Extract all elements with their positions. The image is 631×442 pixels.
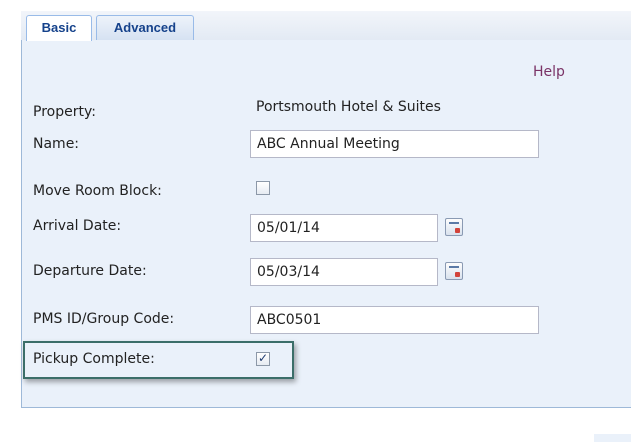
tab-strip: Basic Advanced bbox=[21, 11, 631, 41]
name-field[interactable]: ABC Annual Meeting bbox=[250, 130, 539, 158]
panel-corner bbox=[594, 434, 631, 442]
name-label: Name: bbox=[33, 136, 80, 152]
calendar-icon[interactable] bbox=[445, 262, 463, 280]
tab-basic[interactable]: Basic bbox=[26, 15, 92, 41]
move-room-block-label: Move Room Block: bbox=[33, 183, 162, 199]
help-link[interactable]: Help bbox=[533, 64, 565, 80]
pms-id-label: PMS ID/Group Code: bbox=[33, 311, 175, 327]
calendar-icon[interactable] bbox=[445, 218, 463, 236]
departure-date-label: Departure Date: bbox=[33, 263, 147, 279]
property-value: Portsmouth Hotel & Suites bbox=[256, 99, 441, 115]
pms-id-field[interactable]: ABC0501 bbox=[250, 306, 539, 334]
property-label: Property: bbox=[33, 104, 96, 120]
tab-advanced[interactable]: Advanced bbox=[96, 15, 194, 40]
checkmark-icon: ✓ bbox=[258, 351, 269, 365]
arrival-date-field[interactable]: 05/01/14 bbox=[250, 214, 438, 242]
pickup-complete-checkbox[interactable]: ✓ bbox=[256, 351, 270, 366]
pickup-complete-label: Pickup Complete: bbox=[33, 351, 155, 367]
departure-date-field[interactable]: 05/03/14 bbox=[250, 258, 438, 286]
move-room-block-checkbox[interactable] bbox=[256, 181, 270, 195]
arrival-date-label: Arrival Date: bbox=[33, 218, 122, 234]
